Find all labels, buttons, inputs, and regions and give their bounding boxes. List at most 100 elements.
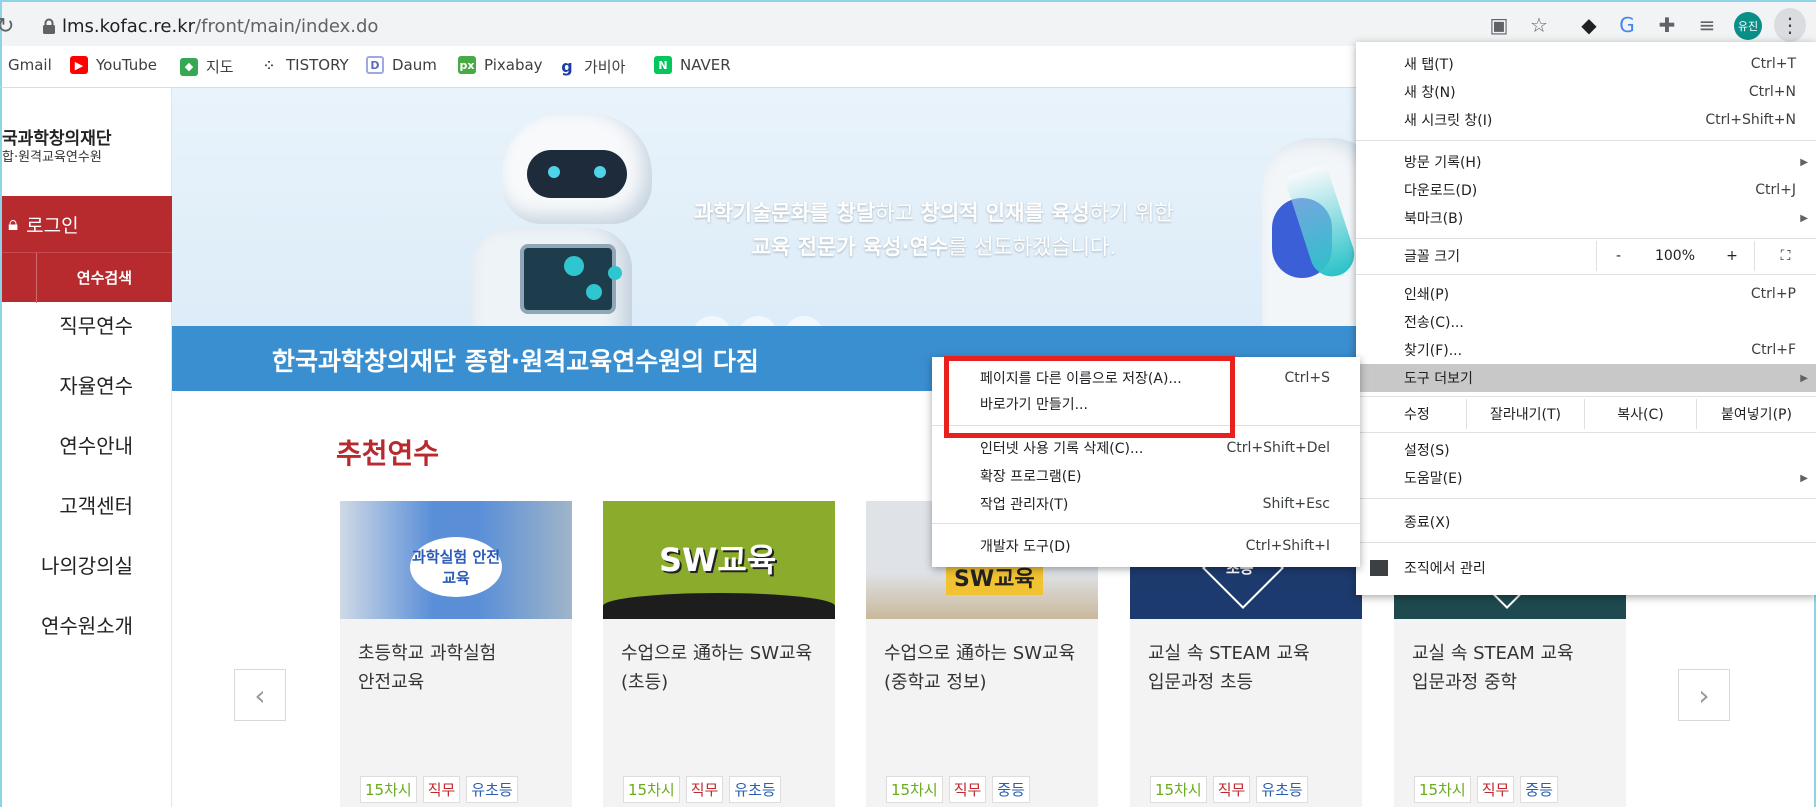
zoom-out-button[interactable]: - [1596, 241, 1640, 271]
menu-incognito[interactable]: 새 시크릿 창(I) Ctrl+Shift+N [1356, 106, 1816, 134]
divider [36, 253, 37, 303]
fullscreen-icon[interactable]: ⛶ [1754, 241, 1816, 271]
paste-button[interactable]: 붙여넣기(P) [1696, 399, 1816, 429]
nav-customer-center[interactable]: 고객센터 [59, 490, 133, 519]
menu-new-window[interactable]: 새 창(N) Ctrl+N [1356, 78, 1816, 106]
divider [1356, 498, 1816, 499]
chevron-right-icon: ▶ [1800, 372, 1808, 384]
building-icon [1370, 560, 1388, 576]
menu-devtools[interactable]: 개발자 도구(D) Ctrl+Shift+I [932, 533, 1360, 559]
menu-extensions[interactable]: 확장 프로그램(E) [932, 463, 1360, 489]
bookmark-youtube[interactable]: ▶ YouTube [70, 56, 157, 74]
lock-icon[interactable] [42, 18, 56, 34]
bookmark-gabia[interactable]: g 가비아 [558, 56, 625, 77]
menu-find[interactable]: 찾기(F)... Ctrl+F [1356, 336, 1816, 364]
tag-type: 직무 [1476, 776, 1515, 803]
menu-managed[interactable]: 조직에서 관리 [1356, 554, 1816, 582]
tag-level: 중등 [992, 776, 1030, 803]
silhouette [603, 593, 835, 619]
tag-type: 직무 [422, 776, 461, 803]
molecule [586, 284, 602, 300]
bookmark-tistory[interactable]: ⁘ TISTORY [260, 56, 349, 74]
menu-print[interactable]: 인쇄(P) Ctrl+P [1356, 280, 1816, 308]
address-bar[interactable]: lms.kofac.re.kr/front/main/index.do [62, 16, 378, 37]
banner-slogan: 과학기술문화를 창달하고 창의적 인재를 육성하기 위한 교육 전문가 육성·연… [694, 201, 1174, 259]
tag-hours: 15차시 [886, 776, 943, 803]
translate-icon[interactable]: G [1614, 12, 1640, 38]
chevron-right-icon: ▶ [1800, 472, 1808, 484]
menu-exit[interactable]: 종료(X) [1356, 508, 1816, 536]
menu-task-manager[interactable]: 작업 관리자(T) Shift+Esc [932, 491, 1360, 517]
menu-new-tab[interactable]: 새 탭(T) Ctrl+T [1356, 50, 1816, 78]
robot-screen [520, 244, 616, 314]
divider [1356, 238, 1816, 239]
nav-training-guide[interactable]: 연수안내 [59, 430, 133, 459]
menu-help[interactable]: 도움말(E) ▶ [1356, 464, 1816, 492]
divider [1356, 396, 1816, 397]
extension-download-icon[interactable]: ◆ [1576, 12, 1602, 38]
robot-face [527, 150, 627, 198]
star-icon[interactable]: ☆ [1526, 12, 1552, 38]
recommend-title: 추천연수 [336, 437, 440, 470]
menu-kebab-icon[interactable]: ⋮ [1774, 8, 1806, 42]
tag-level: 유초등 [729, 776, 781, 803]
cut-button[interactable]: 잘라내기(T) [1466, 399, 1584, 429]
course-card[interactable]: 과학실험 안전교육 초등학교 과학실험 안전교육 15차시 직무 유초등 [340, 501, 572, 807]
site-sidebar: 국과학창의재단 합·원격교육연수원 🔒︎ 로그인 연수검색 직무연수 자율연수 … [2, 88, 172, 807]
bookmark-gmail[interactable]: Gmail [8, 56, 52, 74]
zoom-in-button[interactable]: + [1710, 241, 1754, 271]
profile-avatar[interactable]: 유진 [1734, 12, 1762, 40]
gabia-icon: g [558, 57, 576, 76]
bookmark-pixabay[interactable]: px Pixabay [458, 56, 543, 74]
pixabay-icon: px [458, 56, 476, 74]
tag-type: 직무 [948, 776, 987, 803]
reload-icon[interactable]: ↻ [0, 14, 14, 39]
chevron-right-icon: ▶ [1800, 156, 1808, 168]
bookmark-naver[interactable]: N NAVER [654, 56, 731, 74]
course-search-button[interactable]: 연수검색 [2, 252, 172, 303]
nav-my-classroom[interactable]: 나의강의실 [41, 550, 133, 579]
menu-downloads[interactable]: 다운로드(D) Ctrl+J [1356, 176, 1816, 204]
highlight-box [944, 356, 1235, 438]
tag-hours: 15차시 [1414, 776, 1471, 803]
menu-history[interactable]: 방문 기록(H) ▶ [1356, 148, 1816, 176]
lock-icon: 🔒︎ [8, 213, 19, 235]
divider [1356, 432, 1816, 433]
bookmark-maps[interactable]: ◆ 지도 [180, 56, 234, 77]
tag-hours: 15차시 [360, 776, 417, 803]
divider [932, 523, 1360, 524]
daum-icon: D [366, 56, 384, 74]
tag-level: 유초등 [466, 776, 518, 803]
course-card[interactable]: SW교육 수업으로 通하는 SW교육 (초등) 15차시 직무 유초등 [603, 501, 835, 807]
prev-arrow-button[interactable]: ‹ [234, 669, 286, 721]
menu-clear-data[interactable]: 인터넷 사용 기록 삭제(C)... Ctrl+Shift+Del [932, 435, 1360, 461]
tag-type: 직무 [1212, 776, 1251, 803]
nav-job-training[interactable]: 직무연수 [59, 310, 133, 339]
copy-button[interactable]: 복사(C) [1584, 399, 1696, 429]
browser-toolbar: ↻ lms.kofac.re.kr/front/main/index.do ▣ … [0, 0, 1816, 46]
tistory-icon: ⁘ [260, 56, 278, 74]
tag-level: 유초등 [1256, 776, 1308, 803]
molecule [608, 266, 622, 280]
tag-hours: 15차시 [1150, 776, 1207, 803]
tag-type: 직무 [685, 776, 724, 803]
robot-eye [594, 166, 606, 178]
puzzle-icon[interactable]: ✚ [1654, 12, 1680, 38]
nav-self-training[interactable]: 자율연수 [59, 370, 133, 399]
reading-list-icon[interactable]: ≡ [1694, 12, 1720, 38]
menu-settings[interactable]: 설정(S) [1356, 436, 1816, 464]
menu-cast[interactable]: 전송(C)... [1356, 308, 1816, 336]
chevron-right-icon: ▶ [1800, 212, 1808, 224]
menu-bookmarks[interactable]: 북마크(B) ▶ [1356, 204, 1816, 232]
nav-about[interactable]: 연수원소개 [41, 610, 133, 639]
molecule [564, 256, 584, 276]
menu-more-tools[interactable]: 도구 더보기 ▶ [1356, 364, 1816, 392]
bookmark-daum[interactable]: D Daum [366, 56, 437, 74]
login-button[interactable]: 🔒︎ 로그인 [2, 196, 172, 252]
divider [1356, 274, 1816, 275]
maps-icon: ◆ [180, 57, 198, 76]
chrome-main-menu: 새 탭(T) Ctrl+T 새 창(N) Ctrl+N 새 시크릿 창(I) Ctrl… [1356, 42, 1816, 595]
cast-blocked-icon[interactable]: ▣ [1486, 12, 1512, 38]
hero-banner[interactable]: 과학기술문화를 창달하고 창의적 인재를 육성하기 위한 교육 전문가 육성·연… [172, 88, 1356, 391]
next-arrow-button[interactable]: › [1678, 669, 1730, 721]
